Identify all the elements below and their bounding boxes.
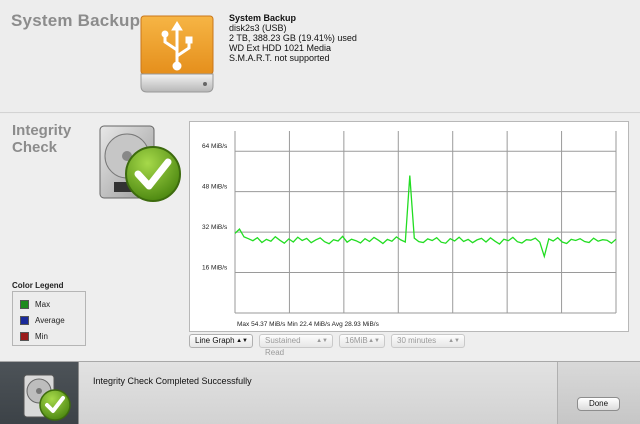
duration-value: 30 minutes: [397, 336, 437, 345]
hard-drive-check-icon: [99, 125, 181, 202]
status-message-area: [78, 362, 558, 424]
graph-type-value: Line Graph: [195, 336, 235, 345]
test-type-value: Sustained Read: [265, 336, 301, 357]
legend-item-min: Min: [20, 330, 48, 342]
legend-swatch-max: [20, 299, 29, 309]
legend-label-min: Min: [35, 331, 48, 341]
select-arrows-icon: ▲▼: [316, 338, 328, 344]
select-arrows-icon: ▲▼: [368, 338, 380, 344]
integrity-check-panel: Integrity Check 16 MiB/s 32 MiB/s 48 MiB/s…: [0, 114, 640, 361]
status-icon-area: [0, 362, 78, 424]
throughput-chart: 16 MiB/s 32 MiB/s 48 MiB/s 64 MiB/s Max 54.3…: [189, 121, 629, 332]
section-title: Integrity Check: [12, 122, 92, 156]
color-legend: Max Average Min: [12, 291, 86, 346]
graph-controls: Line Graph ▲▼ Sustained Read ▲▼ 16MiB ▲▼…: [189, 334, 465, 357]
throughput-series-line: [234, 175, 617, 259]
legend-item-max: Max: [20, 298, 50, 310]
block-size-select[interactable]: 16MiB ▲▼: [339, 334, 385, 348]
status-message: Integrity Check Completed Successfully: [93, 376, 252, 386]
device-usage: 2 TB, 388.23 GB (19.41%) used: [229, 33, 357, 43]
chart-summary: Max 54.37 MiB/s Min 22.4 MiB/s Avg 28.93…: [237, 321, 380, 328]
legend-label-max: Max: [35, 299, 51, 309]
device-header: System Backup System Backup disk2s3 (USB…: [0, 0, 640, 113]
device-name: System Backup: [229, 13, 297, 23]
select-arrows-icon: ▲▼: [236, 338, 248, 344]
section-title-line2: Check: [12, 139, 58, 156]
legend-swatch-min: [20, 331, 29, 341]
test-type-select[interactable]: Sustained Read ▲▼: [259, 334, 333, 357]
graph-type-select[interactable]: Line Graph ▲▼: [189, 334, 253, 348]
legend-title: Color Legend: [12, 281, 64, 290]
device-title: System Backup: [11, 11, 141, 30]
usb-drive-icon: [140, 15, 214, 93]
section-title-line1: Integrity: [12, 122, 72, 139]
throughput-chart-svg: 16 MiB/s 32 MiB/s 48 MiB/s 64 MiB/s Max 54.3…: [202, 131, 617, 328]
device-model: WD Ext HDD 1021 Media: [229, 43, 332, 53]
select-arrows-icon: ▲▼: [448, 338, 460, 344]
y-tick-label: 64 MiB/s: [202, 143, 228, 150]
y-tick-label: 16 MiB/s: [202, 265, 228, 272]
status-bar: Integrity Check Completed Successfully D…: [0, 361, 640, 424]
duration-select[interactable]: 30 minutes ▲▼: [391, 334, 465, 348]
device-smart-status: S.M.A.R.T. not supported: [229, 53, 330, 63]
legend-swatch-average: [20, 315, 29, 325]
device-info: System Backup disk2s3 (USB) 2 TB, 388.23…: [229, 13, 357, 63]
legend-item-average: Average: [20, 314, 65, 326]
block-size-value: 16MiB: [345, 336, 368, 345]
y-tick-label: 48 MiB/s: [202, 184, 228, 191]
y-tick-label: 32 MiB/s: [202, 224, 228, 231]
small-hard-drive-check-icon: [23, 374, 71, 421]
legend-label-average: Average: [35, 315, 65, 325]
device-identifier: disk2s3 (USB): [229, 23, 287, 33]
done-button[interactable]: Done: [577, 397, 620, 411]
